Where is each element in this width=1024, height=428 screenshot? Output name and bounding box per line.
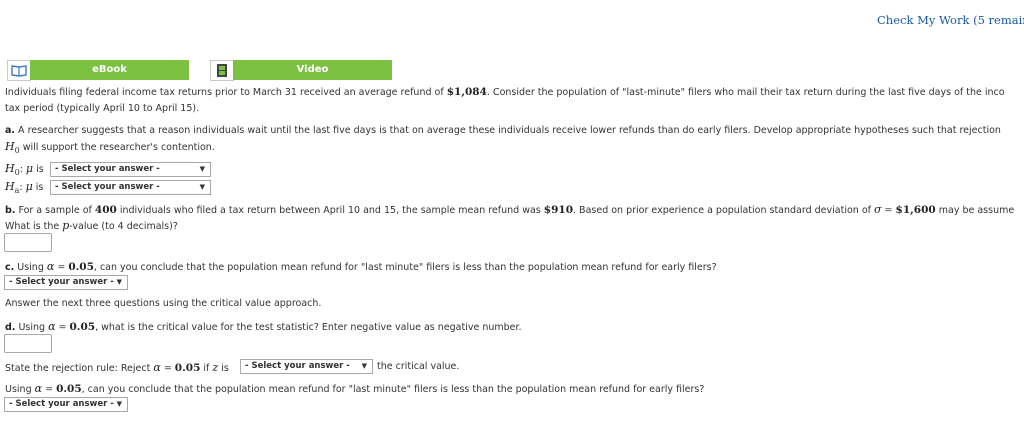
- ebook-icon[interactable]: [7, 60, 31, 81]
- part-b-question: b. For a sample of 400 individuals who f…: [5, 203, 1015, 216]
- h0-symbol: H: [5, 140, 15, 153]
- rejection-rule-suffix: the critical value.: [377, 361, 460, 372]
- part-c-question: c. Using α = 0.05, can you conclude that…: [5, 260, 717, 273]
- rejection-rule-label: State the rejection rule: Reject α = 0.0…: [5, 361, 229, 374]
- p-value-question: What is the p-value (to 4 decimals)?: [5, 219, 178, 232]
- chevron-down-icon: ▼: [116, 400, 122, 408]
- population-sd: $1,600: [895, 204, 936, 216]
- part-c-select[interactable]: - Select your answer - ▼: [4, 275, 128, 290]
- intro-text: . Consider the population of "last-minut…: [486, 87, 1005, 98]
- check-my-work-label[interactable]: Check My Work: [877, 13, 969, 27]
- chevron-down-icon: ▼: [199, 183, 205, 191]
- critical-value-input[interactable]: [4, 334, 52, 353]
- sample-mean: $910: [543, 204, 574, 216]
- intro-text: Individuals filing federal income tax re…: [5, 87, 447, 98]
- rejection-rule-select[interactable]: - Select your answer - ▼: [240, 359, 373, 374]
- ha-select-value: - Select your answer -: [55, 182, 160, 192]
- final-question: Using α = 0.05, can you conclude that th…: [5, 382, 705, 395]
- p-value-input[interactable]: [4, 233, 52, 252]
- part-a-text: A researcher suggests that a reason indi…: [15, 125, 1001, 136]
- part-b-label: b.: [5, 205, 16, 216]
- critical-value-instructions: Answer the next three questions using th…: [5, 298, 322, 309]
- chevron-down-icon: ▼: [116, 278, 122, 286]
- h0-select-value: - Select your answer -: [55, 164, 160, 174]
- part-a-text: will support the researcher's contention…: [19, 142, 215, 153]
- intro-line-1: Individuals filing federal income tax re…: [5, 86, 1024, 98]
- part-c-label: c.: [5, 262, 15, 273]
- chevron-down-icon: ▼: [199, 165, 205, 173]
- intro-line-2: tax period (typically April 10 to April …: [5, 103, 200, 114]
- part-d-question: d. Using α = 0.05, what is the critical …: [5, 320, 522, 333]
- check-my-work-link[interactable]: Check My Work (5 remaining: [877, 13, 1024, 27]
- final-question-select[interactable]: - Select your answer - ▼: [4, 397, 128, 412]
- ebook-tab[interactable]: eBook: [30, 60, 189, 80]
- sample-size: 400: [94, 204, 117, 216]
- h0-row-label: H0: μ is: [5, 162, 44, 177]
- rejection-rule-select-value: - Select your answer -: [245, 361, 350, 371]
- ha-select[interactable]: - Select your answer - ▼: [50, 180, 211, 195]
- video-tab[interactable]: Video: [233, 60, 392, 80]
- h0-select[interactable]: - Select your answer - ▼: [50, 162, 211, 177]
- average-refund: $1,084: [446, 86, 487, 98]
- part-a-question: a. A researcher suggests that a reason i…: [5, 125, 1024, 136]
- part-a-label: a.: [5, 125, 16, 136]
- ha-row-label: Ha: μ is: [5, 180, 44, 195]
- remaining-count: (5 remaining: [973, 13, 1024, 27]
- part-d-label: d.: [5, 322, 16, 333]
- chevron-down-icon: ▼: [361, 362, 367, 370]
- final-question-select-value: - Select your answer -: [9, 399, 114, 409]
- video-icon[interactable]: [210, 60, 234, 81]
- part-c-select-value: - Select your answer -: [9, 277, 114, 287]
- part-a-question-line-2: H0 will support the researcher's content…: [5, 140, 215, 155]
